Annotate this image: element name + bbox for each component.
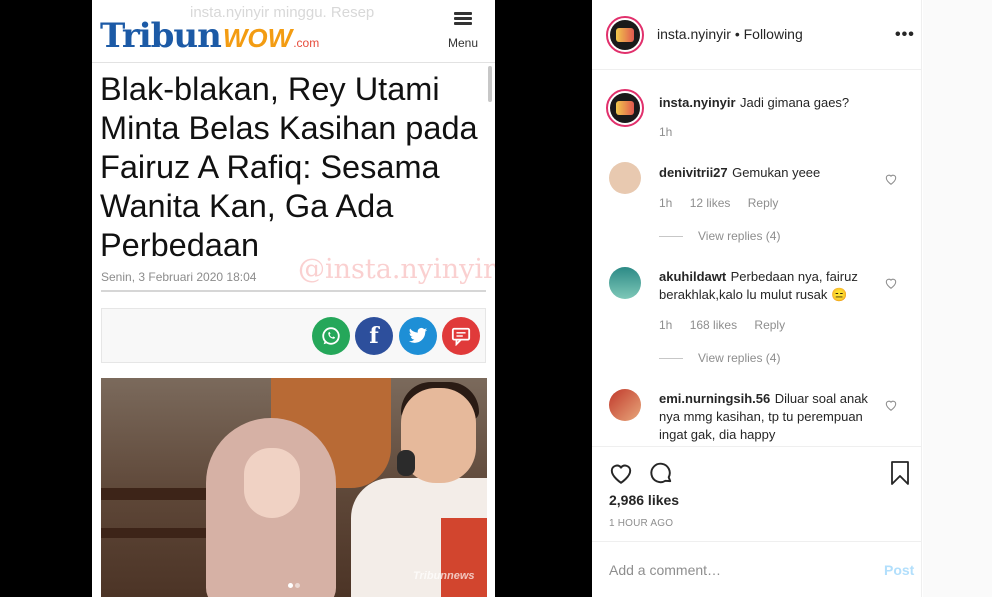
logo-tribun: Tribun bbox=[100, 16, 222, 56]
reply-button[interactable]: Reply bbox=[754, 318, 785, 332]
message-icon bbox=[442, 317, 480, 355]
whatsapp-icon bbox=[312, 317, 350, 355]
caption-text: Jadi gimana gaes? bbox=[740, 95, 850, 110]
comment-username[interactable]: emi.nurningsih.56 bbox=[659, 391, 770, 406]
following-button[interactable]: Following bbox=[744, 26, 803, 42]
comment-likes[interactable]: 168 likes bbox=[690, 318, 737, 332]
post-button[interactable]: Post bbox=[884, 562, 914, 578]
comment-text: Gemukan yeee bbox=[732, 165, 821, 180]
article-date: Senin, 3 Februari 2020 18:04 bbox=[101, 270, 257, 284]
caption: insta.nyinyir Jadi gimana gaes? bbox=[659, 94, 899, 112]
caption-time[interactable]: 1h bbox=[659, 125, 672, 139]
separator-dot: • bbox=[734, 26, 740, 42]
twitter-icon bbox=[399, 317, 437, 355]
add-comment-bar: Add a comment… Post bbox=[592, 541, 922, 597]
caption-avatar[interactable] bbox=[606, 89, 644, 127]
reply-button[interactable]: Reply bbox=[748, 196, 779, 210]
post-media: insta.nyinyir minggu. Resep Tribun WOW .… bbox=[0, 0, 592, 597]
comment-avatar[interactable] bbox=[609, 389, 641, 421]
post-header: insta.nyinyir • Following ••• bbox=[592, 0, 922, 70]
avatar[interactable] bbox=[606, 16, 644, 54]
comment-avatar[interactable] bbox=[609, 162, 641, 194]
heart-outline-icon[interactable] bbox=[884, 276, 898, 290]
logo-com: .com bbox=[293, 36, 320, 50]
view-replies-button[interactable]: View replies (4) bbox=[698, 229, 780, 243]
like-heart-icon[interactable] bbox=[608, 460, 634, 486]
comment-time[interactable]: 1h bbox=[659, 196, 672, 210]
comment-username[interactable]: denivitrii27 bbox=[659, 165, 728, 180]
replies-line bbox=[659, 236, 683, 237]
comment-item: emi.nurningsih.56 Diluar soal anak nya m… bbox=[659, 390, 879, 444]
facebook-icon: f bbox=[355, 317, 393, 355]
carousel-dots bbox=[287, 575, 301, 593]
replies-line bbox=[659, 358, 683, 359]
logo-wow: WOW bbox=[222, 23, 293, 53]
comment-meta: 1h 168 likes Reply bbox=[659, 318, 799, 332]
watermark-text: @insta.nyinyir bbox=[298, 254, 495, 285]
comment-username[interactable]: akuhildawt bbox=[659, 269, 726, 284]
menu-label: Menu bbox=[447, 36, 479, 50]
comment-item: akuhildawt Perbedaan nya, fairuz berakhl… bbox=[659, 268, 879, 304]
tribunwow-logo: Tribun WOW .com bbox=[100, 8, 319, 56]
comment-time[interactable]: 1h bbox=[659, 318, 672, 332]
like-count[interactable]: 2,986 likes bbox=[609, 492, 679, 508]
comment-likes[interactable]: 12 likes bbox=[690, 196, 731, 210]
username-link[interactable]: insta.nyinyir bbox=[657, 26, 731, 42]
comment-input[interactable]: Add a comment… bbox=[609, 562, 721, 578]
comment-meta: 1h 12 likes Reply bbox=[659, 196, 792, 210]
heart-outline-icon[interactable] bbox=[884, 172, 898, 186]
post-header-user: insta.nyinyir • Following bbox=[657, 26, 803, 42]
article-headline: Blak-blakan, Rey Utami Minta Belas Kasih… bbox=[100, 71, 478, 263]
comment-item: denivitrii27 Gemukan yeee bbox=[659, 164, 879, 182]
view-replies-button[interactable]: View replies (4) bbox=[698, 351, 780, 365]
caption-username[interactable]: insta.nyinyir bbox=[659, 95, 736, 110]
post-sidebar: insta.nyinyir • Following ••• insta.nyin… bbox=[592, 0, 922, 597]
header-divider bbox=[92, 62, 495, 63]
comment-avatar[interactable] bbox=[609, 267, 641, 299]
post-timestamp[interactable]: 1 HOUR AGO bbox=[609, 518, 673, 529]
menu-button: Menu bbox=[445, 12, 481, 50]
heart-outline-icon[interactable] bbox=[884, 398, 898, 412]
comment-bubble-icon[interactable] bbox=[648, 460, 674, 486]
article-photo: Tribunnews bbox=[101, 378, 487, 597]
hamburger-icon bbox=[454, 12, 472, 26]
photo-watermark: Tribunnews bbox=[413, 570, 475, 582]
bookmark-icon[interactable] bbox=[888, 460, 912, 486]
article-screenshot: insta.nyinyir minggu. Resep Tribun WOW .… bbox=[92, 0, 495, 597]
date-divider bbox=[101, 290, 486, 292]
page-background bbox=[923, 0, 992, 597]
more-options-icon[interactable]: ••• bbox=[895, 26, 915, 44]
share-bar: f bbox=[101, 308, 486, 363]
